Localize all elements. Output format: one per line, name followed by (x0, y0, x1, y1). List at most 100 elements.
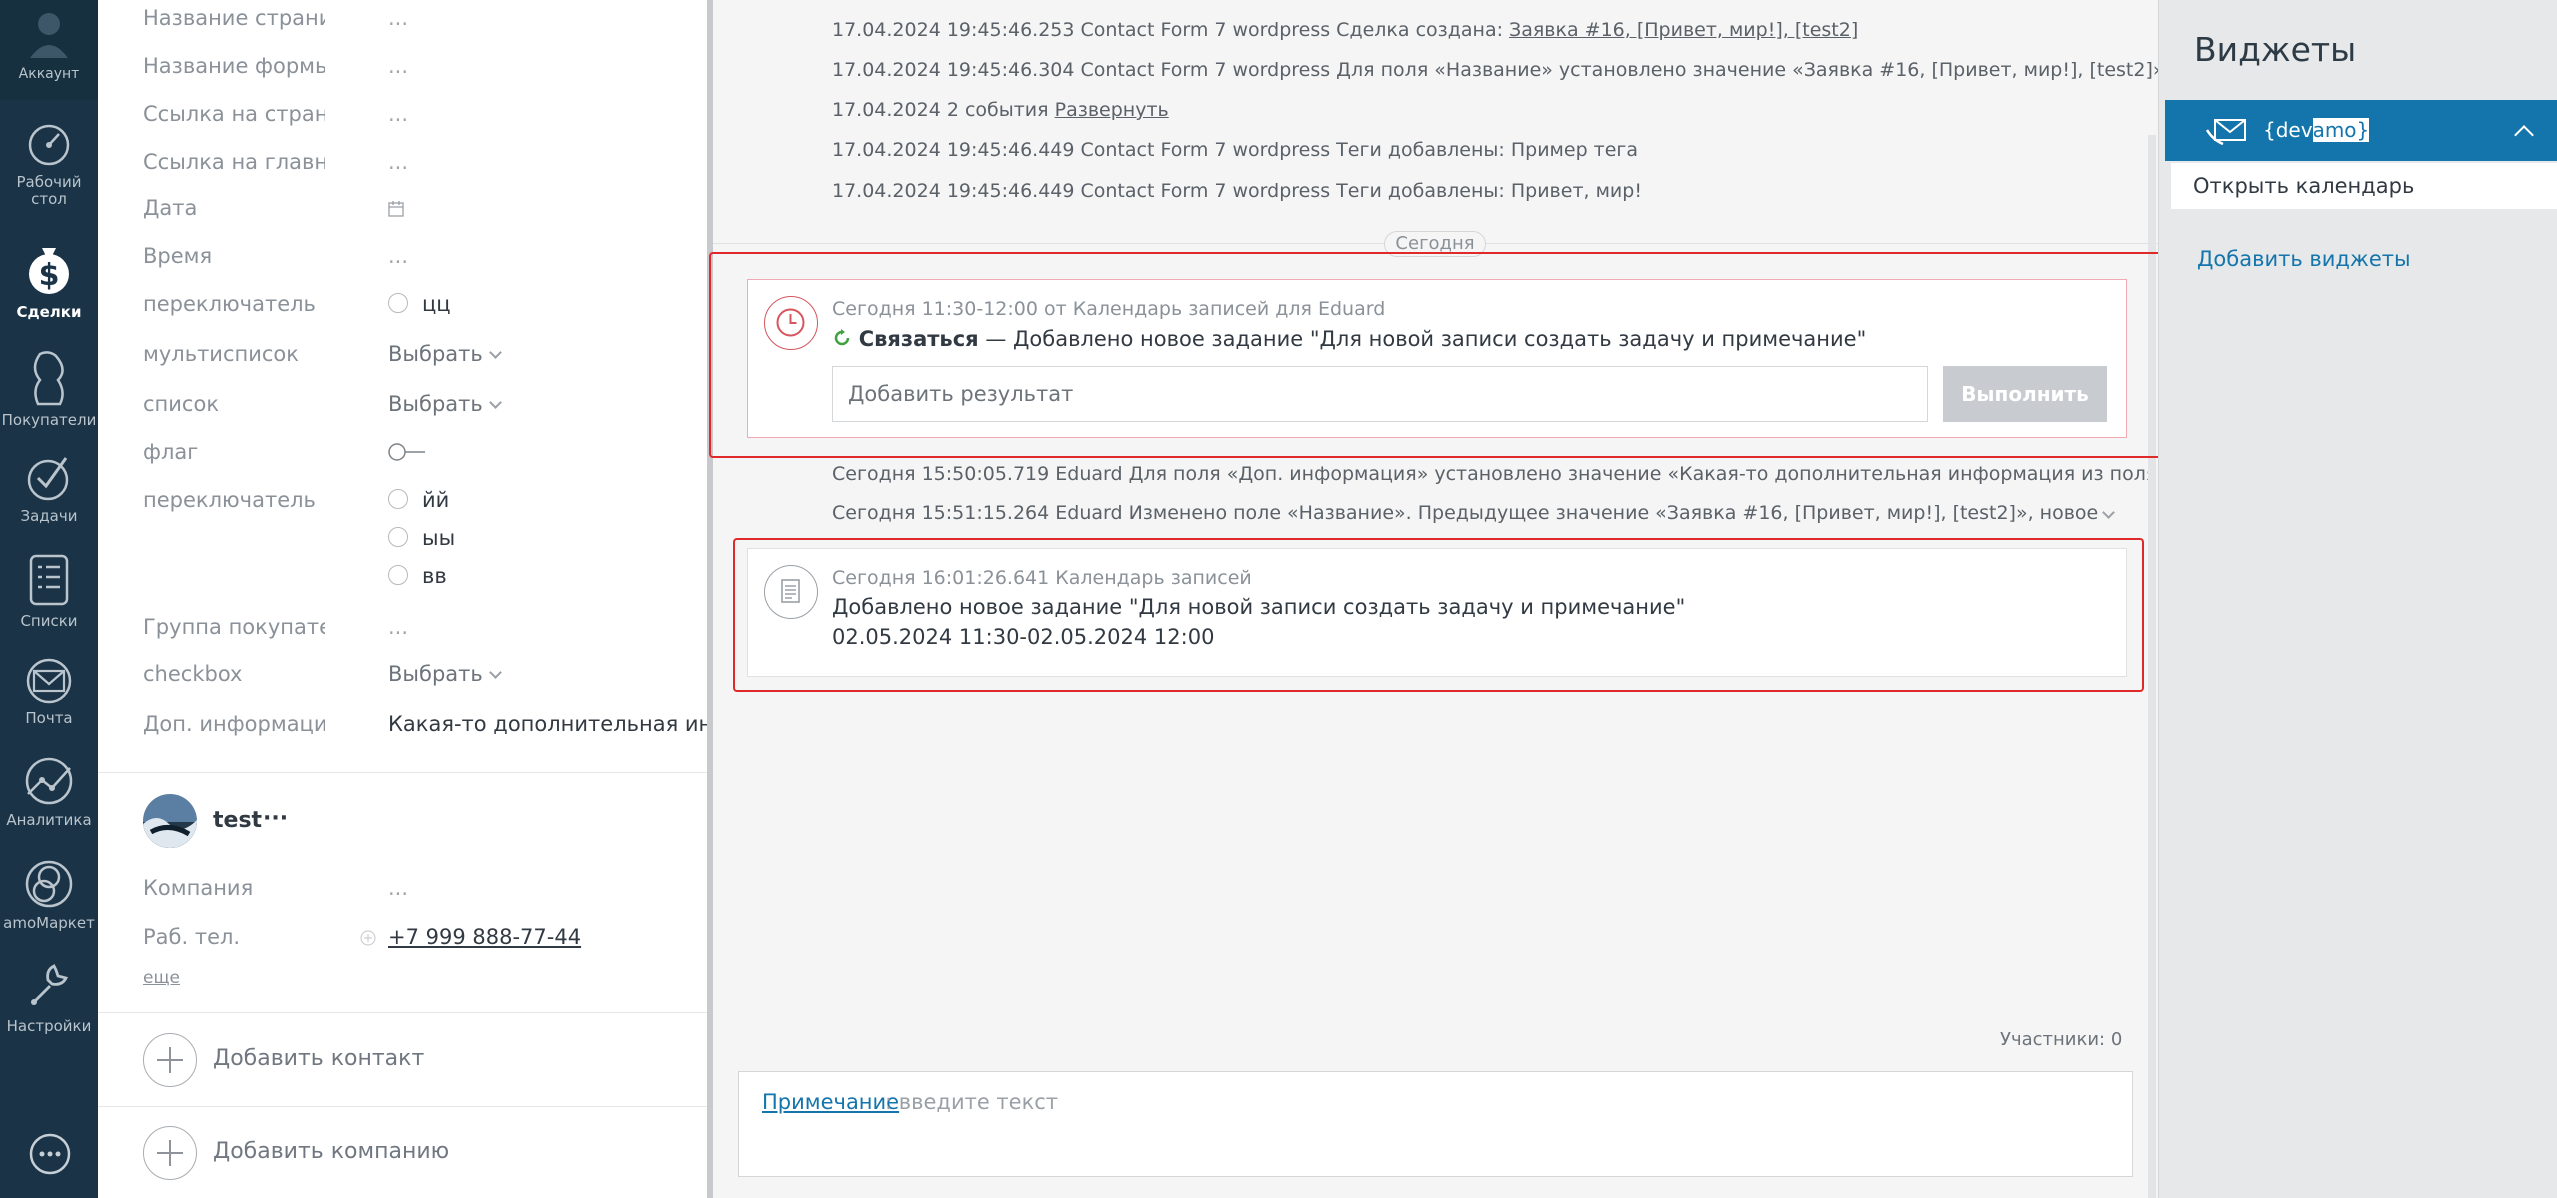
widget-header[interactable]: {devamo} (2165, 100, 2557, 161)
nav-item-settings[interactable]: Настройки (0, 960, 98, 1035)
field-label: Группа покупателя (143, 615, 325, 639)
phone-link[interactable]: +7 999 888-77-44 (388, 922, 581, 952)
expand-link[interactable]: Развернуть (1055, 99, 1169, 121)
contact-name[interactable]: test (213, 808, 262, 833)
main-navigation: Аккаунт Рабочий стол $ Сделки Покупатели… (0, 0, 98, 1198)
feed-scrollbar[interactable] (2148, 135, 2156, 1198)
history-entry: 17.04.2024 19:45:46.253 Contact Form 7 w… (832, 19, 1858, 41)
field-date[interactable]: Дата (143, 193, 703, 223)
field-extra-info[interactable]: Доп. информация Какая-то дополнительная … (143, 709, 756, 739)
task-description: — Добавлено новое задание "Для новой зап… (978, 327, 1867, 351)
more-fields-link[interactable]: еще (143, 968, 180, 988)
radio-icon (388, 293, 408, 313)
field-flag[interactable]: флаг (143, 437, 703, 467)
field-value[interactable]: ... (388, 99, 408, 129)
field-value[interactable]: ... (388, 51, 408, 81)
field-main-link[interactable]: Ссылка на главную ... (143, 147, 703, 177)
field-value[interactable]: ... (388, 612, 408, 642)
note-composer[interactable]: Примечание : введите текст (738, 1071, 2133, 1177)
field-value[interactable]: ... (388, 147, 408, 177)
nav-item-market[interactable]: amoМаркет (0, 857, 98, 932)
field-value[interactable]: ... (388, 3, 408, 33)
list-select[interactable]: Выбрать (388, 389, 502, 419)
task-complete-button[interactable]: Выполнить (1943, 366, 2107, 422)
field-page-link[interactable]: Ссылка на страницу ... (143, 99, 703, 129)
event-entry: Сегодня 15:50:05.719 Eduard Для поля «До… (832, 463, 2246, 485)
nav-label-market: amoМаркет (3, 914, 95, 932)
calendar-icon[interactable] (388, 201, 404, 217)
radio-option[interactable]: йй (388, 485, 449, 515)
field-work-phone[interactable]: Раб. тел. +7 999 888-77-44 (143, 922, 703, 952)
account-avatar-icon (30, 13, 68, 58)
nav-label-deals: Сделки (16, 303, 82, 321)
task-type: Связаться (858, 327, 979, 351)
radio-icon (388, 489, 408, 509)
nav-account[interactable]: Аккаунт (0, 0, 98, 100)
contact-more-button[interactable]: ··· (263, 806, 288, 831)
event-text: Сегодня 15:50:05.719 Eduard Для поля «До… (832, 463, 2247, 485)
history-entry: 17.04.2024 19:45:46.449 Contact Form 7 w… (832, 139, 1638, 161)
add-widgets-link[interactable]: Добавить виджеты (2197, 247, 2411, 271)
open-calendar-button[interactable]: Открыть календарь (2171, 163, 2557, 209)
history-text: 17.04.2024 19:45:46.449 Contact Form 7 w… (832, 139, 1639, 161)
note-meta: Сегодня 16:01:26.641 Календарь записей (832, 567, 1252, 589)
task-meta: Сегодня 11:30-12:00 от Календарь записей… (832, 298, 1386, 320)
field-label: переключатель (143, 292, 316, 316)
field-form-name[interactable]: Название формы ... (143, 51, 703, 81)
checkbox-select[interactable]: Выбрать (388, 659, 502, 689)
plus-icon (143, 1126, 197, 1180)
field-value[interactable]: ... (388, 241, 408, 271)
note-icon-wrap (764, 565, 818, 619)
field-page-name[interactable]: Название страницы ... (143, 3, 703, 33)
field-switch-2[interactable]: переключатель йй ыы вв (143, 485, 703, 595)
field-value[interactable]: ... (388, 873, 408, 903)
widgets-title: Виджеты (2194, 30, 2357, 69)
widget-brand-left: {dev (2263, 118, 2313, 142)
radio-option[interactable]: ыы (388, 523, 455, 553)
nav-item-analytics[interactable]: Аналитика (0, 756, 98, 829)
radio-option[interactable]: вв (388, 561, 447, 591)
history-text: 17.04.2024 19:45:46.253 Contact Form 7 w… (832, 19, 1510, 41)
add-contact-label: Добавить контакт (213, 1046, 425, 1071)
task-item: Сегодня 11:30-12:00 от Календарь записей… (747, 279, 2127, 438)
nav-account-label: Аккаунт (18, 66, 80, 82)
field-multilist[interactable]: мультисписок Выбрать (143, 339, 703, 369)
field-time[interactable]: Время ... (143, 241, 703, 271)
nav-item-deals[interactable]: $ Сделки (0, 244, 98, 321)
field-checkbox[interactable]: checkbox Выбрать (143, 659, 703, 689)
chevron-down-icon (488, 666, 502, 679)
history-entry: 17.04.2024 2 события Развернуть (832, 99, 1169, 121)
add-phone-icon[interactable] (360, 930, 376, 946)
chat-button[interactable] (28, 1132, 72, 1176)
nav-item-tasks[interactable]: Задачи (0, 452, 98, 525)
lists-icon (29, 554, 69, 606)
field-value[interactable]: Какая-то дополнительная инфор (388, 709, 756, 739)
nav-item-mail[interactable]: Почта (0, 658, 98, 727)
nav-item-customers[interactable]: Покупатели (0, 350, 98, 429)
contact-avatar[interactable] (143, 794, 197, 848)
radio-option[interactable]: цц (388, 289, 451, 319)
dashboard-icon (28, 124, 70, 166)
deal-link[interactable]: Заявка #16, [Привет, мир!], [test2] (1509, 19, 1858, 41)
multilist-select[interactable]: Выбрать (388, 339, 502, 369)
participants-count[interactable]: Участники: 0 (2000, 1029, 2122, 1050)
note-text: Добавлено новое задание "Для новой запис… (832, 595, 1686, 619)
radio-label: вв (422, 564, 447, 588)
task-result-input[interactable] (832, 366, 1928, 422)
field-switch-1[interactable]: переключатель цц (143, 289, 703, 319)
field-list[interactable]: список Выбрать (143, 389, 703, 419)
note-item: Сегодня 16:01:26.641 Календарь записей Д… (747, 548, 2127, 677)
nav-item-dashboard[interactable]: Рабочий стол (0, 122, 98, 208)
field-label: флаг (143, 440, 199, 464)
task-icon-wrap (764, 296, 818, 350)
nav-label-mail: Почта (25, 709, 73, 727)
chevron-down-icon (488, 346, 502, 359)
field-company[interactable]: Компания ... (143, 873, 703, 903)
chevron-up-icon[interactable] (2514, 125, 2534, 145)
note-type-link[interactable]: Примечание (762, 1090, 899, 1114)
flag-toggle[interactable] (388, 443, 426, 461)
nav-item-lists[interactable]: Списки (0, 553, 98, 630)
field-customer-group[interactable]: Группа покупателя ... (143, 612, 703, 642)
expand-event-icon[interactable] (2102, 506, 2115, 519)
note-input-placeholder[interactable]: : введите текст (885, 1090, 1058, 1114)
